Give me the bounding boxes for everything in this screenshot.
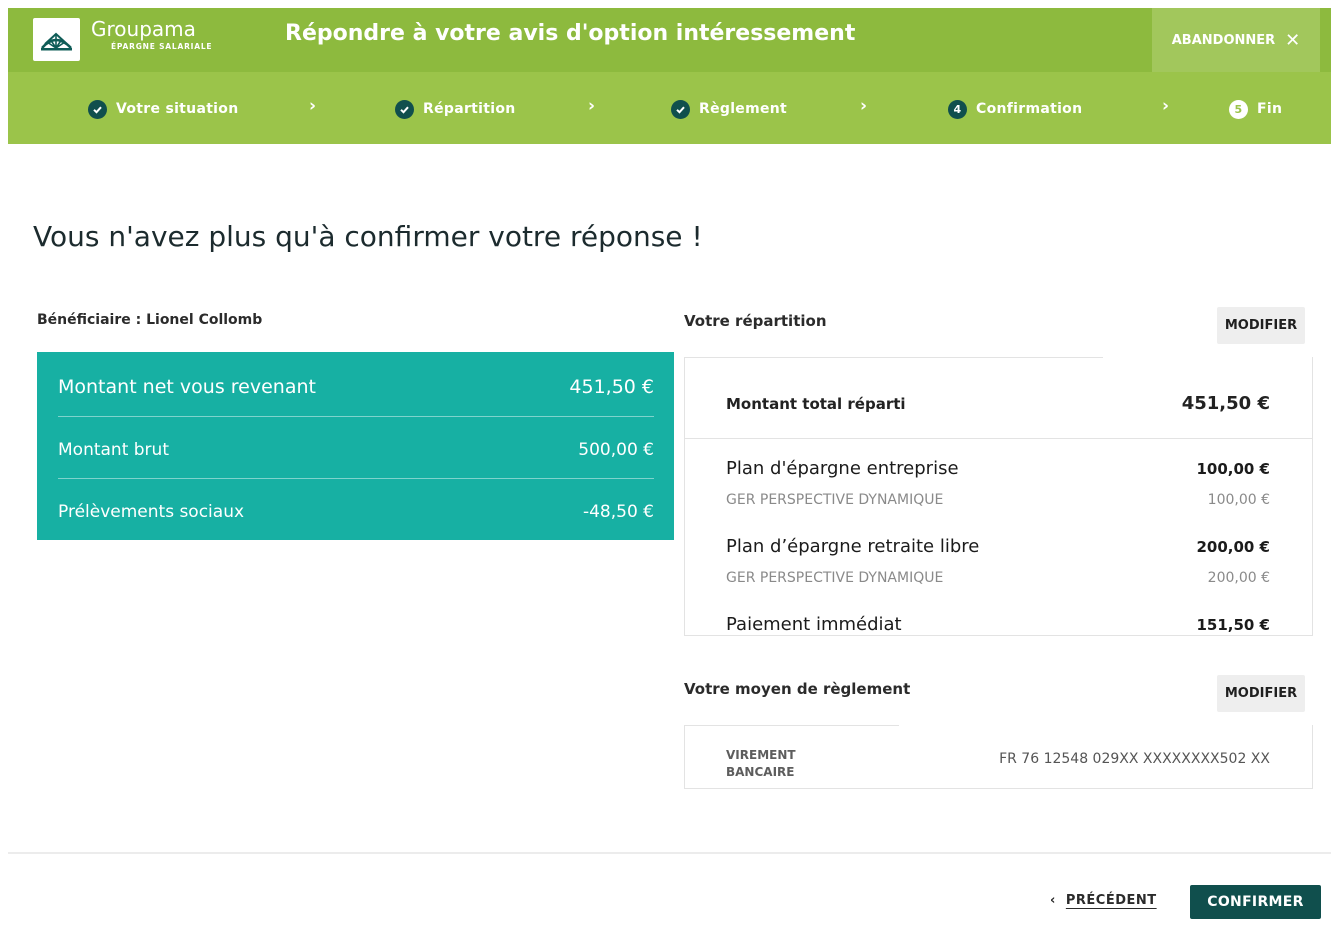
payment-method: VIREMENT BANCAIRE [726,747,796,781]
step-label: Répartition [423,101,516,117]
logo-wordmark: Groupama ÉPARGNE SALARIALE [91,18,212,51]
modify-payment-button[interactable]: MODIFIER [1217,675,1305,712]
step-fin: 5 Fin [1229,98,1282,120]
net-amount-label: Montant net vous revenant [58,376,316,398]
previous-button[interactable]: ‹ PRÉCÉDENT [1050,893,1157,908]
step-label: Votre situation [116,101,239,117]
logo-name: Groupama [91,17,196,41]
close-icon: ✕ [1285,29,1301,51]
net-amount-row: Montant net vous revenant 451,50 € [58,376,654,398]
card-divider [685,438,1312,439]
payment-method-line: VIREMENT [726,748,796,762]
progress-stepper: Votre situation › Répartition › Règlemen… [8,72,1331,144]
step-label: Fin [1257,101,1283,117]
amount-summary-card: Montant net vous revenant 451,50 € Monta… [37,352,674,540]
plan-amount: 200,00 € [1196,538,1270,556]
groupama-logo-icon [41,32,72,51]
step-confirmation: 4 Confirmation [948,98,1082,120]
fund-row: GER PERSPECTIVE DYNAMIQUE 100,00 € [726,492,1270,508]
payment-method-line: BANCAIRE [726,765,795,779]
fund-amount: 100,00 € [1207,492,1270,508]
check-icon [88,99,107,119]
app-header: Groupama ÉPARGNE SALARIALE Répondre à vo… [8,8,1331,72]
abandon-label: ABANDONNER [1171,32,1276,48]
groupama-logo [33,18,80,61]
summary-divider [58,478,654,479]
social-charges-row: Prélèvements sociaux -48,50 € [58,502,654,522]
gross-amount-label: Montant brut [58,440,169,460]
social-charges-value: -48,50 € [582,502,654,522]
page: Groupama ÉPARGNE SALARIALE Répondre à vo… [0,0,1331,928]
chevron-right-icon: › [309,96,317,116]
logo-subtitle: ÉPARGNE SALARIALE [111,42,213,51]
beneficiary-label: Bénéficiaire : Lionel Collomb [37,312,263,328]
social-charges-label: Prélèvements sociaux [58,502,245,522]
repartition-card: Montant total réparti 451,50 € Plan d'ép… [684,357,1313,636]
modify-repartition-button[interactable]: MODIFIER [1217,307,1305,344]
page-left-border [0,0,8,928]
plan-row: Plan d'épargne entreprise 100,00 € [726,458,1270,479]
immediate-payment-value: 151,50 € [1196,616,1270,634]
step-label: Confirmation [976,101,1083,117]
card-top-border [685,725,899,726]
card-top-border [685,357,1103,358]
confirm-button[interactable]: CONFIRMER [1190,885,1321,919]
page-title: Vous n'avez plus qu'à confirmer votre ré… [33,220,703,253]
step-label: Règlement [699,101,788,117]
total-label: Montant total réparti [726,395,906,413]
plan-row: Plan d’épargne retraite libre 200,00 € [726,536,1270,557]
gross-amount-row: Montant brut 500,00 € [58,440,654,460]
fund-amount: 200,00 € [1207,570,1270,586]
step-repartition[interactable]: Répartition [395,98,516,120]
fund-name: GER PERSPECTIVE DYNAMIQUE [726,570,944,586]
chevron-left-icon: ‹ [1050,893,1056,908]
plan-amount: 100,00 € [1196,460,1270,478]
step-votre-situation[interactable]: Votre situation [88,98,238,120]
iban-value: FR 76 12548 029XX XXXXXXXX502 XX [999,751,1270,767]
plan-name: Plan d'épargne entreprise [726,458,959,479]
payment-section-label: Votre moyen de règlement [684,680,911,698]
net-amount-value: 451,50 € [569,376,654,398]
previous-label: PRÉCÉDENT [1065,893,1157,908]
gross-amount-value: 500,00 € [578,440,654,460]
fund-name: GER PERSPECTIVE DYNAMIQUE [726,492,944,508]
payment-card: VIREMENT BANCAIRE FR 76 12548 029XX XXXX… [684,725,1313,789]
abandon-button[interactable]: ABANDONNER ✕ [1152,8,1320,72]
chevron-right-icon: › [1162,96,1170,116]
chevron-right-icon: › [860,96,868,116]
page-header-title: Répondre à votre avis d'option intéresse… [285,21,856,46]
chevron-right-icon: › [588,96,596,116]
step-number-badge: 5 [1229,99,1248,119]
repartition-section-label: Votre répartition [684,312,827,330]
immediate-payment-label: Paiement immédiat [726,614,902,635]
check-icon [671,99,690,119]
check-icon [395,99,414,119]
plan-name: Plan d’épargne retraite libre [726,536,980,557]
summary-divider [58,416,654,417]
step-number-badge: 4 [948,99,967,119]
fund-row: GER PERSPECTIVE DYNAMIQUE 200,00 € [726,570,1270,586]
immediate-payment-row: Paiement immédiat 151,50 € [726,614,1270,635]
total-row: Montant total réparti 451,50 € [726,393,1270,414]
footer-divider [8,852,1331,854]
total-value: 451,50 € [1181,393,1270,414]
step-reglement[interactable]: Règlement [671,98,787,120]
